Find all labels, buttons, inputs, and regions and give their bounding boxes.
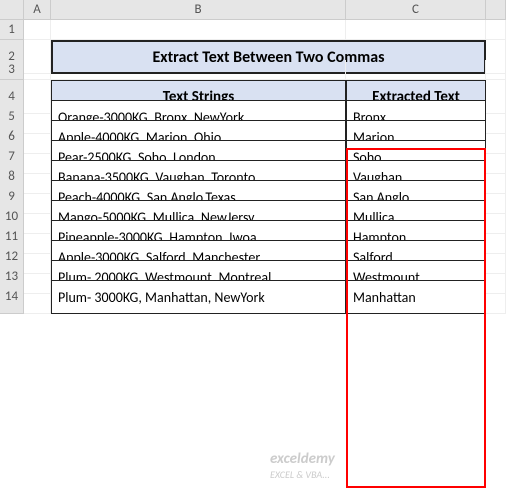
cell[interactable] xyxy=(486,280,506,314)
cell[interactable] xyxy=(346,20,486,40)
cell[interactable] xyxy=(24,60,51,80)
cell[interactable] xyxy=(24,20,51,40)
col-header-b[interactable]: B xyxy=(51,0,346,20)
watermark: exceldemy EXCEL & VBA... xyxy=(270,450,335,481)
watermark-line2: EXCEL & VBA... xyxy=(270,468,335,481)
col-header-c[interactable]: C xyxy=(346,0,486,20)
cell[interactable] xyxy=(51,60,346,80)
cell[interactable] xyxy=(486,20,506,40)
row-header[interactable]: 3 xyxy=(0,60,24,80)
cell[interactable] xyxy=(24,280,51,314)
spreadsheet: A B C 1 2 Extract Text Between Two Comma… xyxy=(0,0,506,300)
table-cell-extracted[interactable]: Manhattan xyxy=(346,280,486,314)
col-header-a[interactable]: A xyxy=(24,0,51,20)
row-header[interactable]: 14 xyxy=(0,280,24,314)
cell[interactable] xyxy=(51,20,346,40)
cell[interactable] xyxy=(346,60,486,80)
table-cell-text[interactable]: Plum- 3000KG, Manhattan, NewYork xyxy=(51,280,346,314)
cell[interactable] xyxy=(486,60,506,80)
select-all-corner[interactable] xyxy=(0,0,24,20)
watermark-line1: exceldemy xyxy=(270,450,335,468)
col-header-blank[interactable] xyxy=(486,0,506,20)
row-header[interactable]: 1 xyxy=(0,20,24,40)
